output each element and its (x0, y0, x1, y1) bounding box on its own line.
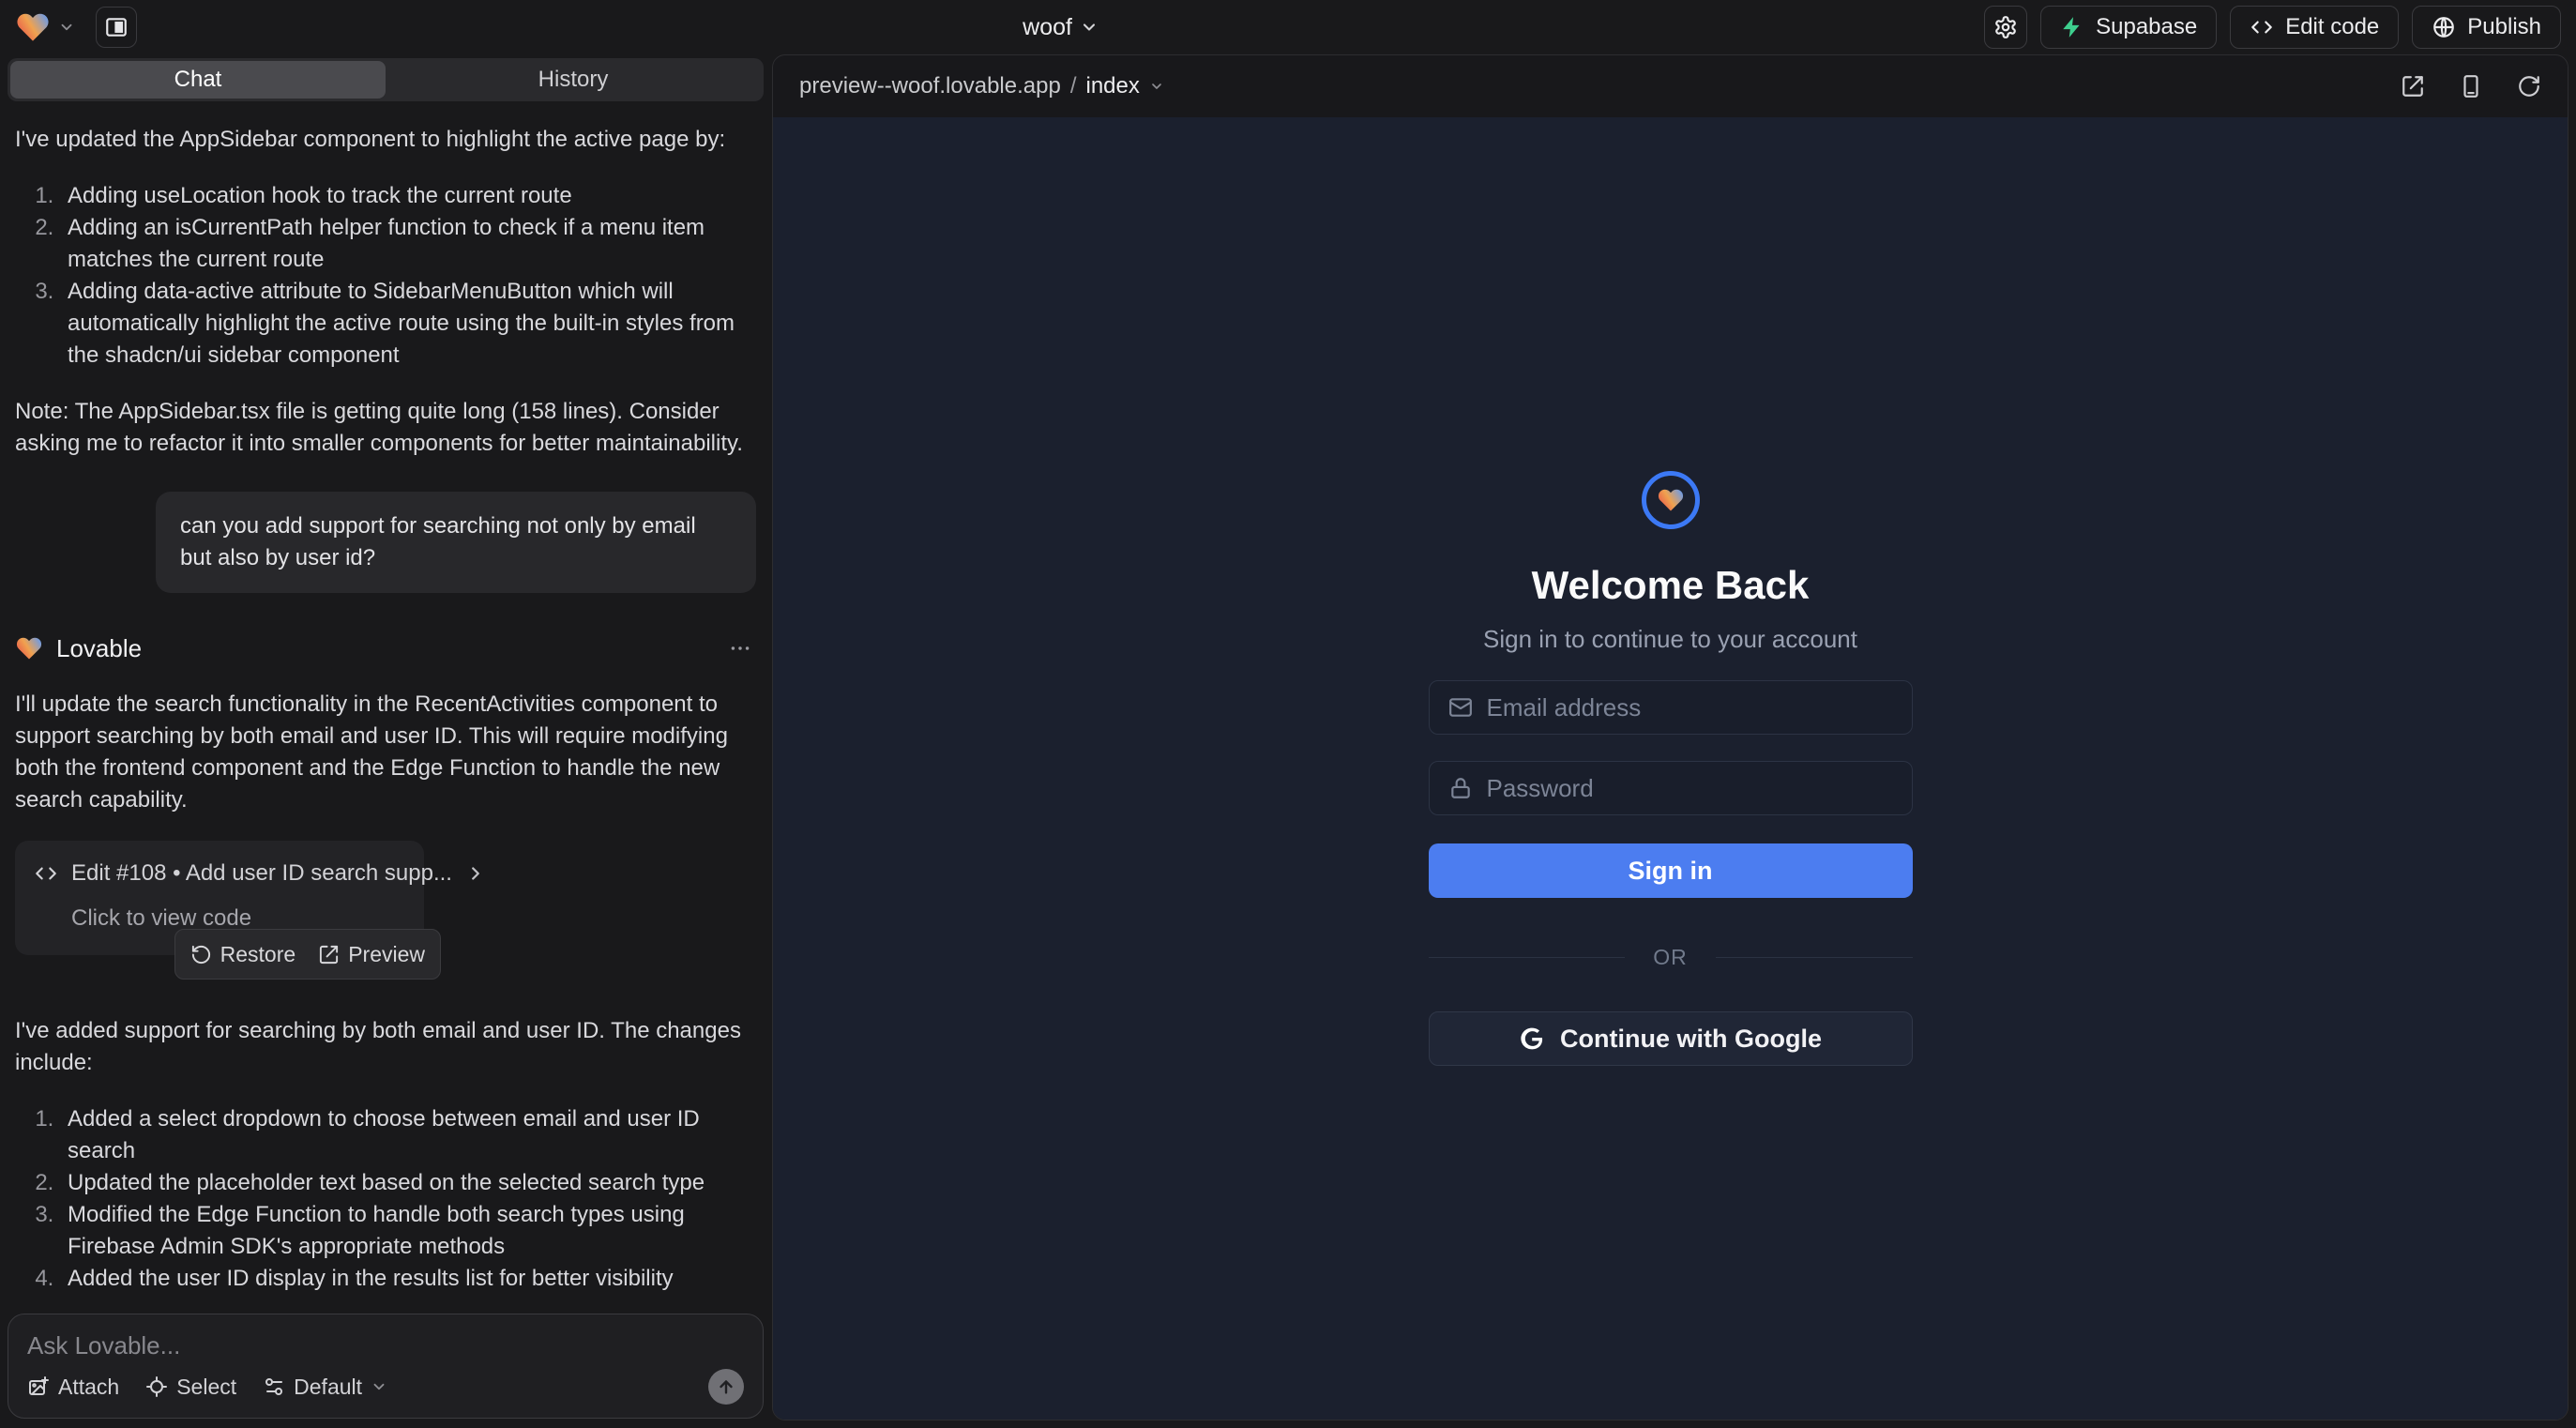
more-options-icon[interactable] (724, 632, 756, 664)
chat-messages: I've updated the AppSidebar component to… (8, 101, 764, 1300)
publish-label: Publish (2467, 14, 2541, 40)
page-title: Welcome Back (1532, 563, 1810, 608)
mode-button[interactable]: Default (263, 1375, 387, 1400)
restore-button[interactable]: Restore (190, 938, 296, 970)
assistant-list: Adding useLocation hook to track the cur… (15, 180, 756, 372)
arrow-up-icon (716, 1376, 736, 1397)
edit-code-label: Edit code (2285, 14, 2379, 40)
preview-url-page: index (1085, 73, 1139, 99)
refresh-button[interactable] (2517, 74, 2541, 99)
supabase-label: Supabase (2096, 14, 2197, 40)
attach-button[interactable]: Attach (27, 1375, 119, 1400)
gear-icon (1993, 15, 2018, 39)
assistant-name: Lovable (56, 632, 142, 664)
supabase-icon (2060, 15, 2084, 39)
list-item: Added a select dropdown to choose betwee… (60, 1103, 756, 1167)
project-name: woof (1023, 14, 1072, 41)
mail-icon (1448, 695, 1473, 720)
chevron-right-icon (465, 863, 486, 884)
divider-label: OR (1625, 945, 1716, 970)
select-target-icon (145, 1375, 168, 1398)
list-item: Adding useLocation hook to track the cur… (60, 180, 756, 212)
preview-button[interactable]: Preview (318, 938, 425, 970)
settings-button[interactable] (1984, 6, 2027, 49)
chevron-down-icon (1149, 79, 1164, 94)
assistant-paragraph: I'll update the search functionality in … (15, 689, 756, 816)
mode-label: Default (294, 1375, 362, 1400)
assistant-paragraph: I've updated the AppSidebar component to… (15, 124, 756, 156)
assistant-paragraph: I've added support for searching by both… (15, 1015, 756, 1079)
user-message: can you add support for searching not on… (156, 492, 756, 593)
composer: Attach Select Default (8, 1314, 764, 1419)
chat-tabbar: Chat History (8, 58, 764, 101)
select-label: Select (176, 1375, 236, 1400)
preview-panel: preview--woof.lovable.app / index (772, 54, 2568, 1420)
list-item: Modified the Edge Function to handle bot… (60, 1199, 756, 1263)
list-item: Adding data-active attribute to SidebarM… (60, 276, 756, 372)
lock-icon (1448, 776, 1473, 800)
attach-label: Attach (58, 1375, 119, 1400)
preview-toolbar: preview--woof.lovable.app / index (773, 55, 2568, 117)
assistant-note: Note: The AppSidebar.tsx file is getting… (15, 396, 756, 460)
open-in-new-tab-button[interactable] (2401, 74, 2425, 99)
assistant-list: Added a select dropdown to choose betwee… (15, 1103, 756, 1295)
restore-icon (190, 944, 212, 965)
user-message-text: can you add support for searching not on… (180, 510, 732, 574)
password-field[interactable] (1487, 774, 1893, 803)
send-button[interactable] (708, 1369, 744, 1405)
edit-actions: Restore Preview (174, 929, 441, 980)
email-field-wrap (1429, 680, 1913, 735)
mobile-view-button[interactable] (2459, 74, 2483, 99)
tab-chat[interactable]: Chat (10, 61, 386, 99)
preview-viewport: Welcome Back Sign in to continue to your… (773, 117, 2568, 1420)
topbar: woof Supabase Edit code (0, 0, 2576, 54)
list-item: Updated the placeholder text based on th… (60, 1167, 756, 1199)
prompt-input[interactable] (27, 1331, 744, 1369)
chevron-down-icon (371, 1378, 387, 1395)
image-attach-icon (27, 1375, 50, 1398)
or-divider: OR (1429, 945, 1913, 970)
google-icon (1519, 1025, 1545, 1052)
preview-label: Preview (348, 938, 425, 970)
chevron-down-icon (58, 19, 75, 36)
sidebar-toggle-button[interactable] (96, 7, 137, 48)
chevron-down-icon (1080, 18, 1099, 37)
tab-history[interactable]: History (386, 61, 761, 99)
assistant-header: Lovable (15, 632, 756, 664)
select-button[interactable]: Select (145, 1375, 236, 1400)
restore-label: Restore (220, 938, 296, 970)
external-link-icon (318, 944, 340, 965)
password-field-wrap (1429, 761, 1913, 815)
list-item: Added the user ID display in the results… (60, 1263, 756, 1295)
code-icon (34, 861, 58, 886)
sliders-icon (263, 1375, 285, 1398)
publish-button[interactable]: Publish (2412, 6, 2561, 49)
lovable-heart-icon (15, 9, 51, 45)
code-icon (2250, 15, 2274, 39)
page-subtitle: Sign in to continue to your account (1483, 625, 1857, 654)
edit-card-wrap: Edit #108 • Add user ID search supp... C… (15, 841, 424, 955)
preview-url-host: preview--woof.lovable.app (799, 73, 1061, 99)
app-logo (1642, 471, 1700, 529)
signin-button[interactable]: Sign in (1429, 843, 1913, 898)
heart-icon (1657, 486, 1685, 514)
auth-card: Welcome Back Sign in to continue to your… (1429, 471, 1913, 1066)
email-field[interactable] (1487, 693, 1893, 722)
globe-icon (2432, 15, 2456, 39)
lovable-heart-icon (15, 634, 43, 662)
preview-url-menu[interactable]: preview--woof.lovable.app / index (799, 73, 1164, 99)
google-label: Continue with Google (1560, 1025, 1822, 1054)
edit-card-title: Edit #108 • Add user ID search supp... (71, 858, 452, 889)
chat-panel: Chat History I've updated the AppSidebar… (0, 54, 771, 1428)
edit-code-button[interactable]: Edit code (2230, 6, 2399, 49)
list-item: Adding an isCurrentPath helper function … (60, 212, 756, 276)
panel-left-icon (104, 15, 129, 39)
project-menu[interactable]: woof (1023, 14, 1099, 41)
workspace-menu[interactable] (15, 9, 75, 45)
url-separator: / (1070, 73, 1077, 99)
supabase-button[interactable]: Supabase (2040, 6, 2217, 49)
google-signin-button[interactable]: Continue with Google (1429, 1011, 1913, 1066)
